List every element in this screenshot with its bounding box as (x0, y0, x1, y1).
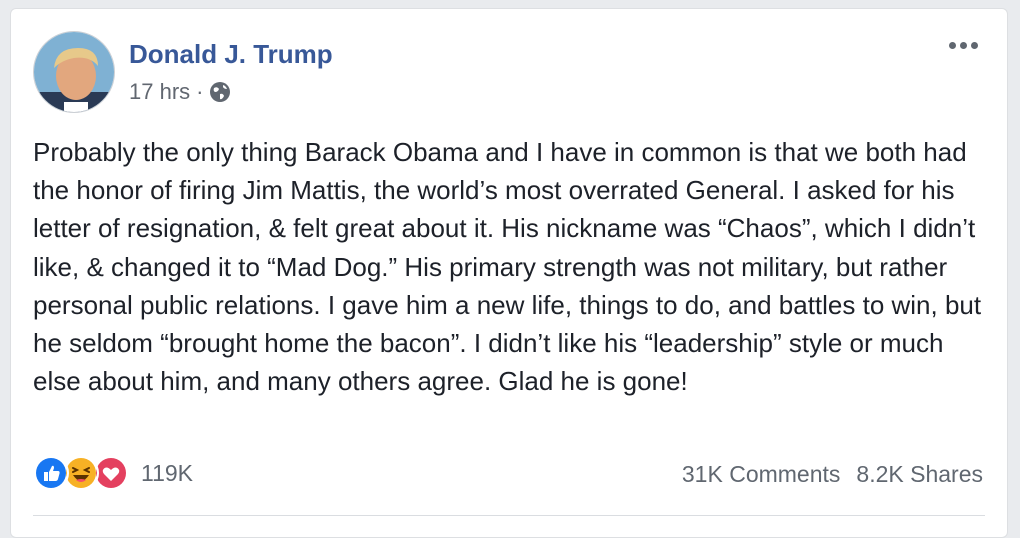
post-meta: 17 hrs · (129, 79, 231, 105)
comments-count[interactable]: 31K Comments (682, 461, 841, 488)
author-name[interactable]: Donald J. Trump (129, 39, 333, 70)
engagement-counts: 31K Comments 8.2K Shares (682, 461, 983, 488)
more-options-button[interactable] (943, 33, 983, 57)
post-timestamp[interactable]: 17 hrs (129, 79, 190, 105)
meta-separator: · (196, 79, 204, 104)
shares-count[interactable]: 8.2K Shares (856, 461, 983, 488)
like-icon (33, 455, 69, 491)
post-text: Probably the only thing Barack Obama and… (33, 137, 982, 397)
reactions-summary[interactable]: 119K (33, 455, 193, 491)
globe-icon[interactable] (209, 81, 231, 103)
more-icon (948, 41, 956, 49)
avatar[interactable] (33, 31, 115, 113)
post-card: Donald J. Trump 17 hrs · Probably the on… (10, 8, 1008, 538)
reaction-count[interactable]: 119K (141, 460, 193, 487)
divider (33, 515, 985, 516)
